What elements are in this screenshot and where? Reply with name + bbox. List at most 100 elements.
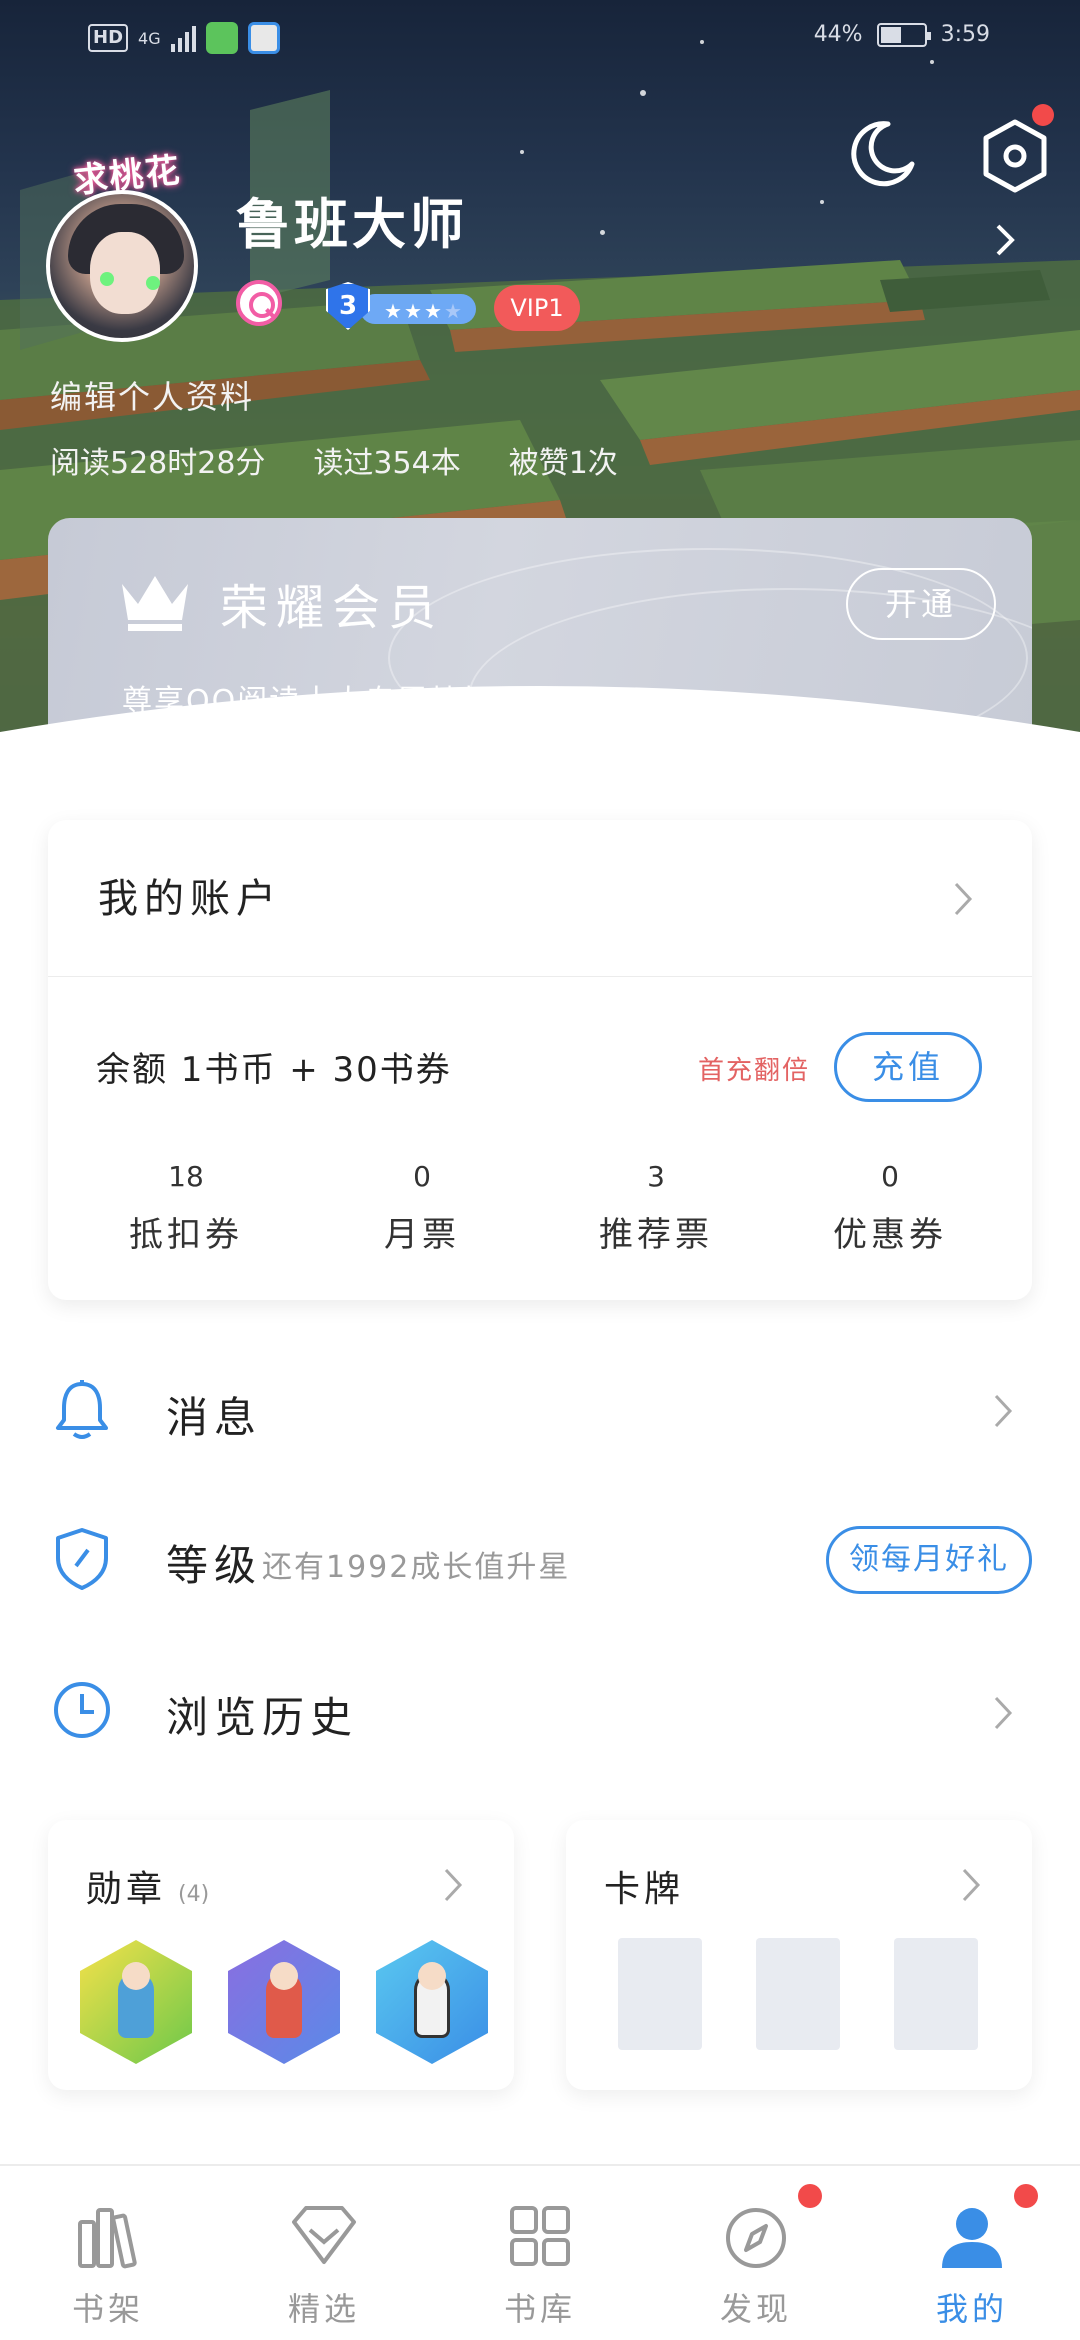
clock: 3:59 (940, 22, 990, 47)
level-progress-text: 还有1992成长值升星 (262, 1550, 571, 1585)
deduction-coupons[interactable]: 18 抵扣券 (96, 1160, 276, 1256)
likes-count: 被赞1次 (508, 446, 618, 481)
medal-badge[interactable] (80, 1940, 192, 2064)
stat-value: 18 (168, 1160, 204, 1193)
messages-row[interactable]: 消息 (0, 1350, 1080, 1470)
stat-value: 3 (647, 1160, 665, 1193)
discount-coupons[interactable]: 0 优惠券 (800, 1160, 980, 1256)
vip-badge[interactable]: VIP1 (494, 285, 580, 331)
hd-indicator: HD (88, 24, 129, 52)
chevron-right-icon[interactable] (990, 220, 1020, 260)
medal-figure-head (270, 1962, 298, 1990)
tab-discover[interactable]: 发现 (648, 2166, 864, 2340)
video-app-icon (205, 22, 238, 54)
tab-label: 书架 (71, 2290, 144, 2328)
chevron-right-icon[interactable] (952, 880, 974, 918)
balance-text: 余额 1书币 + 30书券 (96, 1050, 452, 1090)
account-title[interactable]: 我的账户 (98, 866, 282, 924)
notification-dot (1032, 104, 1054, 126)
settings-button[interactable] (980, 104, 1054, 194)
stat-label: 抵扣券 (129, 1215, 243, 1255)
chevron-right-icon (994, 1696, 1013, 1730)
open-membership-button[interactable]: 开通 (846, 568, 996, 640)
grid-icon (510, 2206, 570, 2266)
medals-title: 勋章 (4) (86, 1860, 209, 1912)
avatar[interactable] (46, 190, 198, 342)
notification-dot (1014, 2184, 1038, 2208)
history-label: 浏览历史 (166, 1693, 359, 1742)
medal-badge[interactable] (376, 1940, 488, 2064)
compass-icon (726, 2208, 786, 2268)
cards-card[interactable]: 卡牌 (566, 1820, 1032, 2090)
tab-label: 书库 (503, 2290, 576, 2328)
books-read: 读过354本 (313, 446, 461, 481)
star-icon: ★ (444, 299, 462, 323)
night-mode-icon[interactable] (848, 118, 918, 188)
chevron-right-icon (994, 1394, 1013, 1428)
stat-label: 优惠券 (833, 1215, 947, 1255)
browser-app-icon (247, 22, 280, 54)
chevron-right-icon (444, 1868, 463, 1902)
card-slot[interactable] (894, 1938, 978, 2050)
star (820, 200, 824, 204)
notification-dot (798, 2184, 822, 2208)
tab-label: 发现 (719, 2290, 792, 2328)
tab-mine[interactable]: 我的 (864, 2166, 1080, 2340)
star-icon: ★ (424, 299, 442, 323)
messages-label: 消息 (166, 1393, 263, 1442)
tab-label: 我的 (935, 2290, 1008, 2328)
bottom-tab-bar: 书架 精选 书库 发现 我的 (0, 2164, 1080, 2340)
diamond-icon (292, 2206, 356, 2264)
monthly-tickets[interactable]: 0 月票 (332, 1160, 512, 1256)
member-title: 荣耀会员 (220, 580, 445, 636)
medal-figure-head (418, 1962, 446, 1990)
star (640, 90, 646, 96)
tab-library[interactable]: 书库 (432, 2166, 648, 2340)
network-type: 4G (138, 28, 161, 48)
recommend-tickets[interactable]: 3 推荐票 (566, 1160, 746, 1256)
stat-label: 月票 (384, 1215, 460, 1255)
crown-icon (122, 576, 188, 631)
profile-header: HD 4G 44% 3:59 求桃花 鲁班大师 ★ ★ ★ ★ 3 VIP1 编… (0, 0, 1080, 760)
settings-icon (983, 119, 1047, 193)
avatar-face (90, 232, 160, 314)
battery-percent: 44% (813, 22, 863, 47)
tab-bookshelf[interactable]: 书架 (0, 2166, 216, 2340)
search-badge-icon[interactable] (236, 280, 282, 326)
reading-stats: 阅读528时28分 读过354本 被赞1次 (50, 438, 618, 482)
medal-figure-head (122, 1962, 150, 1990)
status-bar: HD 4G 44% 3:59 (0, 0, 1080, 80)
recharge-button[interactable]: 充值 (834, 1032, 982, 1102)
reading-time: 阅读528时28分 (50, 446, 266, 481)
level-label: 等级 (166, 1541, 263, 1590)
star (520, 150, 524, 154)
username: 鲁班大师 (236, 192, 468, 256)
medals-count: (4) (178, 1882, 210, 1907)
account-card: 我的账户 余额 1书币 + 30书券 首充翻倍 充值 18 抵扣券 0 月票 3… (48, 820, 1032, 1300)
clock-icon (54, 1682, 110, 1738)
tab-label: 精选 (287, 2290, 360, 2328)
cards-title: 卡牌 (604, 1869, 685, 1910)
medal-badge[interactable] (228, 1940, 340, 2064)
battery-icon (876, 22, 931, 47)
medals-card[interactable]: 勋章 (4) (48, 1820, 514, 2090)
avatar-decoration (100, 272, 114, 286)
medals-label: 勋章 (86, 1869, 167, 1910)
card-slot[interactable] (618, 1938, 702, 2050)
signal-icon (170, 24, 196, 52)
edit-profile-link[interactable]: 编辑个人资料 (50, 372, 254, 418)
card-slot[interactable] (756, 1938, 840, 2050)
first-recharge-promo: 首充翻倍 (698, 1056, 811, 1086)
header-curve (0, 686, 1080, 760)
bookshelf-icon (78, 2208, 137, 2269)
star (600, 230, 605, 235)
bell-icon (56, 1380, 108, 1439)
shield-icon (56, 1528, 108, 1590)
monthly-gift-button[interactable]: 领每月好礼 (826, 1526, 1032, 1594)
history-row[interactable]: 浏览历史 (0, 1648, 1080, 1768)
tab-featured[interactable]: 精选 (216, 2166, 432, 2340)
chevron-right-icon (962, 1868, 981, 1902)
person-icon (942, 2208, 1002, 2268)
avatar-decoration (146, 276, 160, 290)
stat-label: 推荐票 (599, 1215, 713, 1255)
